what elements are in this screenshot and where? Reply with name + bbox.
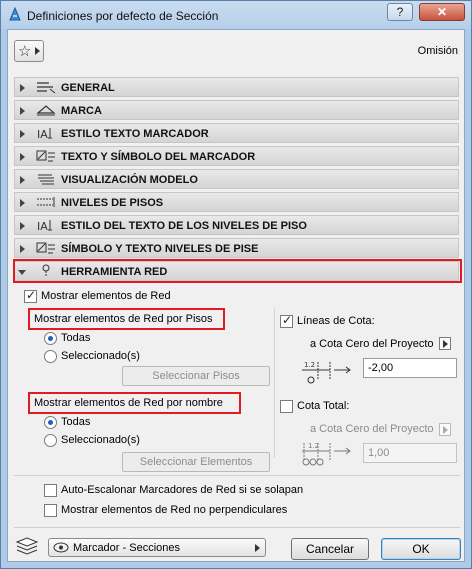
auto-stagger-checkbox[interactable] [44,484,57,497]
total-dimension-checkbox[interactable] [280,400,293,413]
total-diagram-text: 1.2 [308,442,319,450]
layer-select-value: Marcador - Secciones [73,542,180,554]
horizontal-divider [14,475,460,476]
archicad-app-icon [9,7,21,21]
level-symbol-text-icon [36,242,55,254]
dialog-window: Definiciones por defecto de Sección ? ✕ … [0,0,472,569]
section-general[interactable]: GENERAL [14,77,459,97]
footer-divider [14,527,460,528]
marker-icon [36,105,56,116]
expand-arrow-icon [20,199,25,207]
section-label: TEXTO Y SÍMBOLO DEL MARCADOR [61,151,256,163]
highlight-herramienta-red [13,259,462,283]
total-dimension-label: Cota Total: [297,400,350,412]
highlight-by-name [28,392,241,414]
expand-arrow-icon [20,153,25,161]
close-button[interactable]: ✕ [419,3,465,21]
dimension-diagram-text: 1.2 [304,361,315,369]
section-estilo-texto-niveles[interactable]: IA ESTILO DEL TEXTO DE LOS NIVELES DE PI… [14,215,459,235]
stories-selected-radio[interactable] [44,350,57,363]
dimension-lines-checkbox[interactable] [280,313,293,328]
expand-arrow-icon [20,176,25,184]
select-stories-button[interactable]: Seleccionar Pisos [122,366,270,386]
section-estilo-texto-marcador[interactable]: IA ESTILO TEXTO MARCADOR [14,123,459,143]
layer-select[interactable]: Marcador - Secciones [48,538,266,557]
section-texto-simbolo-marcador[interactable]: TEXTO Y SÍMBOLO DEL MARCADOR [14,146,459,166]
favorites-button[interactable]: ☆ [14,40,44,62]
section-label: ESTILO DEL TEXTO DE LOS NIVELES DE PISO [61,220,307,232]
dimension-line-diagram-icon: 1.2 [302,361,351,384]
section-label: VISUALIZACIÓN MODELO [61,174,198,186]
help-button[interactable]: ? [387,3,413,21]
svg-text:IA: IA [37,220,48,232]
caret-right-icon [35,47,40,55]
highlight-by-stories [28,308,225,330]
title-bar[interactable]: Definiciones por defecto de Sección ? ✕ [1,1,471,29]
expand-arrow-icon [20,130,25,138]
layers-icon [15,537,39,555]
star-icon: ☆ [18,43,32,60]
show-grid-checkbox[interactable] [24,288,37,303]
section-label: MARCA [61,105,102,117]
general-settings-icon [37,82,56,94]
name-all-label: Todas [61,416,91,428]
omision-label: Omisión [417,45,458,57]
text-style-icon: IA [37,128,52,140]
eye-icon [53,542,69,553]
svg-text:IA: IA [37,128,48,140]
section-label: NIVELES DE PISOS [61,197,164,209]
dimension-reference-label: a Cota Cero del Proyecto [310,338,434,350]
name-all-radio[interactable] [44,416,57,429]
level-text-style-icon: IA [37,220,52,232]
section-marca[interactable]: MARCA [14,100,459,120]
expand-arrow-icon [20,107,25,115]
section-simbolo-texto-niveles[interactable]: SÍMBOLO Y TEXTO NIVELES DE PISE [14,238,459,258]
vertical-divider [274,308,275,458]
dialog-body: ☆ Omisión GENERAL MARCA IA ESTILO TEXTO … [7,29,465,562]
total-value-field[interactable]: 1,00 [363,443,457,463]
caret-right-icon [255,544,260,552]
ok-button[interactable]: OK [381,538,461,560]
show-grid-label: Mostrar elementos de Red [41,290,171,302]
window-title: Definiciones por defecto de Sección [27,9,219,23]
total-reference-arrow-button[interactable] [439,423,451,436]
auto-stagger-label: Auto-Escalonar Marcadores de Red si se s… [61,484,304,496]
cancel-button[interactable]: Cancelar [291,538,369,560]
story-levels-icon [37,197,55,207]
select-elements-button[interactable]: Seleccionar Elementos [122,452,270,472]
stories-selected-label: Seleccionado(s) [61,350,140,362]
section-visualizacion-modelo[interactable]: VISUALIZACIÓN MODELO [14,169,459,189]
section-label: ESTILO TEXTO MARCADOR [61,128,209,140]
total-reference-label: a Cota Cero del Proyecto [310,423,434,435]
section-label: SÍMBOLO Y TEXTO NIVELES DE PISE [61,243,259,255]
stories-all-radio[interactable] [44,332,57,345]
expand-arrow-icon [20,222,25,230]
model-display-icon [38,174,54,185]
name-selected-label: Seleccionado(s) [61,434,140,446]
name-selected-radio[interactable] [44,434,57,447]
stories-all-label: Todas [61,332,91,344]
non-perpendicular-label: Mostrar elementos de Red no perpendicula… [61,504,288,516]
dimension-value-field[interactable]: -2,00 [363,358,457,378]
dimension-lines-label: Líneas de Cota: [297,315,375,327]
total-dimension-diagram-icon: 1.2 [302,442,351,466]
non-perpendicular-checkbox[interactable] [44,504,57,517]
expand-arrow-icon [20,245,25,253]
dimension-reference-arrow-button[interactable] [439,337,451,350]
section-label: GENERAL [61,82,115,94]
expand-arrow-icon [20,84,25,92]
section-niveles-pisos[interactable]: NIVELES DE PISOS [14,192,459,212]
symbol-text-icon [36,150,55,162]
